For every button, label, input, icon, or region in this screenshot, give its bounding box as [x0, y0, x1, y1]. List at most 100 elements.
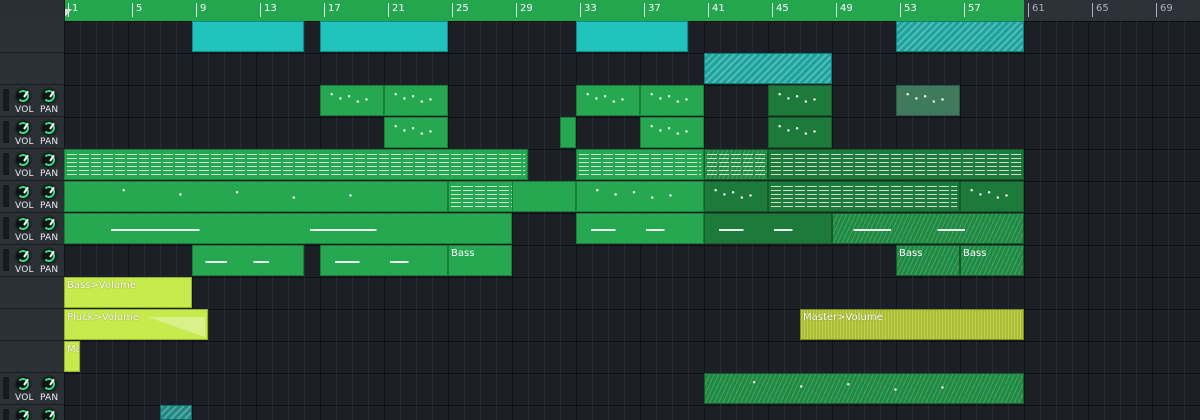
track-header-7[interactable]: VOL PAN: [0, 213, 64, 245]
track-header-3[interactable]: VOL PAN: [0, 85, 64, 117]
clip-notes: [579, 186, 701, 207]
pan-knob[interactable]: [40, 87, 58, 105]
clip-label: Ma: [67, 344, 79, 355]
automation-clip-ma[interactable]: Ma: [64, 341, 80, 372]
pattern-clip[interactable]: [704, 53, 832, 84]
clip-notes: [771, 122, 829, 143]
pattern-clip[interactable]: [768, 117, 832, 148]
pattern-clip[interactable]: [640, 117, 704, 148]
pattern-clip[interactable]: [64, 181, 448, 212]
clip-notes: [771, 90, 829, 111]
pattern-clip[interactable]: [896, 85, 960, 116]
track-grip[interactable]: [3, 249, 9, 271]
pattern-clip[interactable]: [384, 85, 448, 116]
pan-knob[interactable]: [40, 247, 58, 265]
pattern-clip[interactable]: [768, 181, 960, 212]
volume-knob[interactable]: [14, 375, 32, 393]
track-header-8[interactable]: VOL PAN: [0, 245, 64, 277]
vol-label: VOL: [15, 265, 34, 275]
clip-notes: [707, 186, 765, 207]
ruler-tick-37: 37: [644, 3, 661, 17]
track-header-6[interactable]: VOL PAN: [0, 181, 64, 213]
pattern-clip[interactable]: [192, 21, 304, 52]
pattern-clip[interactable]: [704, 373, 1024, 404]
track-header-1[interactable]: [0, 21, 64, 53]
track-grip[interactable]: [3, 89, 9, 111]
pattern-clip[interactable]: [320, 21, 448, 52]
volume-knob[interactable]: [14, 151, 32, 169]
pan-knob[interactable]: [40, 215, 58, 233]
track-header-10[interactable]: [0, 309, 64, 341]
pattern-clip[interactable]: [64, 149, 528, 180]
clip-notes: [323, 90, 381, 111]
automation-clip-bass-volume[interactable]: Bass>Volume: [64, 277, 192, 308]
ruler-tick-25: 25: [452, 3, 469, 17]
track-header-9[interactable]: [0, 277, 64, 309]
track-grip[interactable]: [3, 377, 9, 399]
pattern-clip[interactable]: [576, 85, 640, 116]
volume-knob[interactable]: [14, 183, 32, 201]
volume-knob[interactable]: [14, 215, 32, 233]
track-grip[interactable]: [3, 409, 9, 420]
track-grip[interactable]: [3, 185, 9, 207]
pattern-clip[interactable]: [832, 213, 1024, 244]
track-header-2[interactable]: [0, 53, 64, 85]
pan-knob[interactable]: [40, 375, 58, 393]
pattern-clip[interactable]: [192, 245, 304, 276]
pattern-clip[interactable]: [704, 149, 768, 180]
volume-knob[interactable]: [14, 87, 32, 105]
timeline-ruler[interactable]: 1 5 9 13 17 21 25 29 33 37 41 45 49 53 5…: [64, 0, 1200, 22]
pattern-clip[interactable]: [64, 213, 512, 244]
track-header-5[interactable]: VOL PAN: [0, 149, 64, 181]
clip-notes: [195, 250, 301, 271]
bass-clip[interactable]: Bass: [960, 245, 1024, 276]
track-grip[interactable]: [3, 153, 9, 175]
pattern-clip[interactable]: [160, 405, 192, 420]
pattern-clip[interactable]: [576, 21, 688, 52]
pattern-clip[interactable]: [896, 21, 1024, 52]
ruler-tick-17: 17: [324, 3, 341, 17]
pan-label: PAN: [40, 201, 59, 211]
pattern-clip[interactable]: [512, 181, 576, 212]
pattern-clip[interactable]: [960, 181, 1024, 212]
ruler-tick-57: 57: [964, 3, 981, 17]
pattern-clip[interactable]: [320, 85, 384, 116]
ruler-tick-61: 61: [1028, 3, 1045, 17]
clip-notes: [387, 122, 445, 143]
bass-clip[interactable]: Bass: [448, 245, 512, 276]
ruler-active-range[interactable]: [64, 0, 1024, 21]
volume-knob[interactable]: [14, 119, 32, 137]
track-grip[interactable]: [3, 217, 9, 239]
pattern-clip[interactable]: [576, 181, 704, 212]
pattern-clip[interactable]: [768, 149, 1024, 180]
track-header-12[interactable]: VOL PAN: [0, 373, 64, 405]
pan-knob[interactable]: [40, 407, 58, 420]
track-header-4[interactable]: VOL PAN: [0, 117, 64, 149]
volume-knob[interactable]: [14, 407, 32, 420]
volume-knob[interactable]: [14, 247, 32, 265]
track-header-11[interactable]: [0, 341, 64, 373]
pattern-clip[interactable]: [576, 213, 704, 244]
pattern-clip[interactable]: [576, 149, 704, 180]
clip-notes: [771, 154, 1021, 175]
bass-clip[interactable]: Bass: [896, 245, 960, 276]
pattern-clip[interactable]: [704, 181, 768, 212]
pan-knob[interactable]: [40, 151, 58, 169]
automation-ramp: [148, 316, 205, 337]
playlist-grid[interactable]: Bass Bass Bass Bass>Volume Pluck>Volume …: [64, 21, 1200, 420]
clip-notes: [707, 154, 765, 175]
pattern-clip[interactable]: [320, 245, 448, 276]
pan-knob[interactable]: [40, 183, 58, 201]
track-header-13[interactable]: [0, 405, 64, 420]
pan-knob[interactable]: [40, 119, 58, 137]
clip-label: Bass: [963, 248, 987, 259]
pattern-clip[interactable]: [768, 85, 832, 116]
automation-clip-master-volume[interactable]: Master>Volume: [800, 309, 1024, 340]
pattern-clip[interactable]: [704, 213, 832, 244]
pattern-clip[interactable]: [640, 85, 704, 116]
track-grip[interactable]: [3, 121, 9, 143]
pan-label: PAN: [40, 105, 59, 115]
pattern-clip[interactable]: [560, 117, 576, 148]
pattern-clip[interactable]: [384, 117, 448, 148]
automation-clip-pluck-volume[interactable]: Pluck>Volume: [64, 309, 208, 340]
